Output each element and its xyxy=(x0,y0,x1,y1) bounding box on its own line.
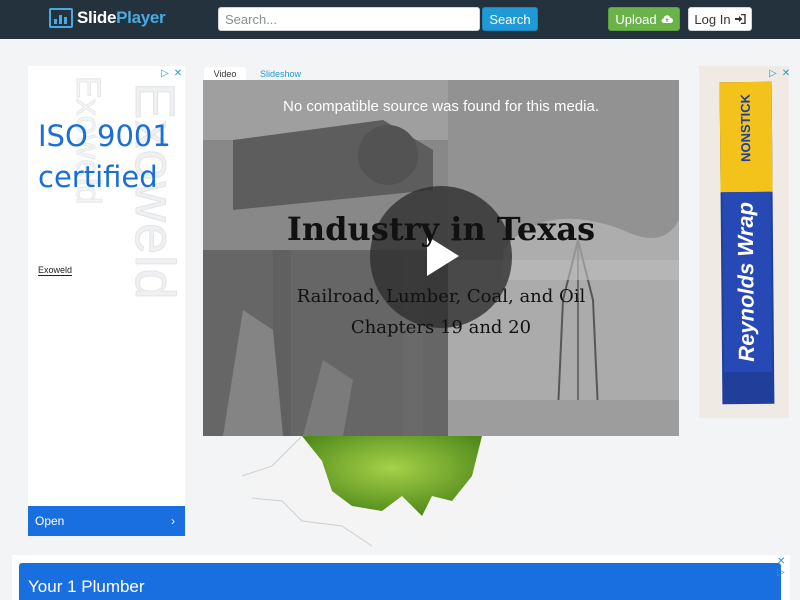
upload-label: Upload xyxy=(615,11,657,27)
logo-text: SlidePlayer xyxy=(77,8,166,27)
slide-title: Industry in Texas xyxy=(286,210,596,248)
ad-open-button[interactable]: Open › xyxy=(28,506,185,536)
foil-tag: NONSTICK xyxy=(737,93,754,162)
media-error-message: No compatible source was found for this … xyxy=(283,98,599,115)
top-navbar: SlidePlayer Search Upload Log In xyxy=(0,0,800,39)
foil-brand: Reynolds Wrap xyxy=(732,201,760,362)
upload-button[interactable]: Upload xyxy=(608,7,680,31)
ad-open-label: Open xyxy=(35,514,65,528)
close-ad-icon[interactable]: ✕ xyxy=(174,68,182,79)
adchoices-icon[interactable]: ▷ xyxy=(769,68,777,79)
bottom-advertisement[interactable]: ✕ Your 1 Plumber ▷ xyxy=(12,555,790,600)
reynolds-wrap-box: NONSTICK Reynolds Wrap xyxy=(719,81,775,405)
right-advertisement[interactable]: ▷ ✕ NONSTICK Reynolds Wrap xyxy=(699,66,789,418)
login-label: Log In xyxy=(694,11,731,27)
sign-in-icon xyxy=(734,14,746,24)
search-input[interactable] xyxy=(218,7,480,31)
ad-choices-right[interactable]: ▷ ✕ xyxy=(769,68,789,79)
cloud-upload-icon xyxy=(661,15,673,24)
slideplayer-logo[interactable]: SlidePlayer xyxy=(49,8,166,28)
adchoices-bottom-icon[interactable]: ▷ xyxy=(777,567,785,578)
video-player[interactable]: No compatible source was found for this … xyxy=(203,80,679,436)
adchoices-icon[interactable]: ▷ xyxy=(161,68,169,79)
ad-choices[interactable]: ▷ ✕ xyxy=(161,68,182,79)
slide-subtitle: Railroad, Lumber, Coal, and Oil xyxy=(296,286,586,307)
torn-paper-graphic xyxy=(241,436,517,554)
ad-banner-text: Your 1 Plumber xyxy=(28,577,145,596)
ad-headline: ISO 9001 certified xyxy=(38,119,171,194)
search-button[interactable]: Search xyxy=(482,7,538,31)
presentation-icon xyxy=(49,8,73,28)
left-advertisement[interactable]: ▷ ✕ Exoweld Exoweld ISO 9001 certified E… xyxy=(28,66,185,536)
chevron-right-icon: › xyxy=(171,514,175,528)
slide-chapters: Chapters 19 and 20 xyxy=(350,317,532,338)
close-ad-icon[interactable]: ✕ xyxy=(782,68,789,79)
ad-brand: Exoweld xyxy=(38,265,73,276)
login-button[interactable]: Log In xyxy=(688,7,752,31)
tab-slideshow[interactable]: Slideshow xyxy=(252,67,309,80)
tab-video[interactable]: Video xyxy=(204,67,246,80)
